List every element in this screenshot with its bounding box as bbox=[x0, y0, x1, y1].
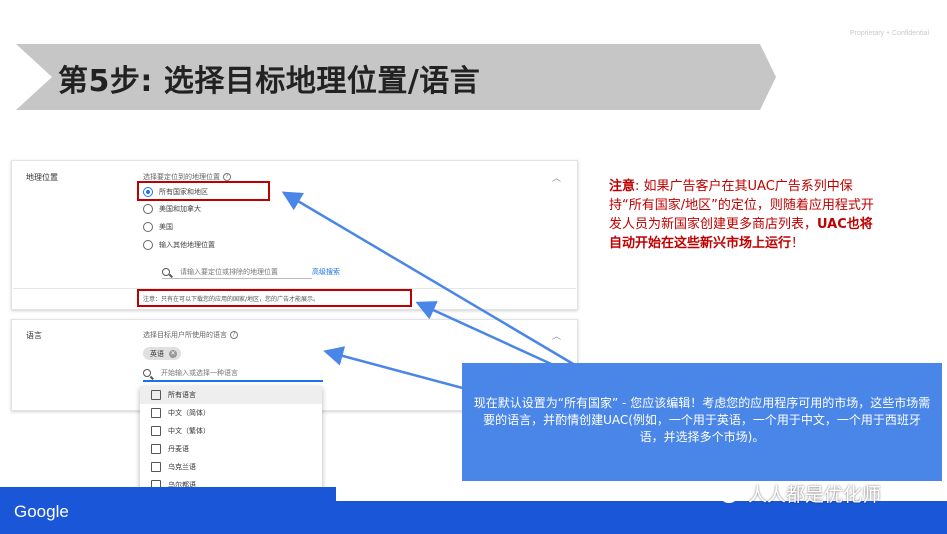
annotation-prefix: 注意 bbox=[609, 179, 636, 194]
annotation-suffix: ！ bbox=[791, 236, 805, 251]
arrow-to-all-countries bbox=[281, 191, 581, 370]
callout-box: 现在默认设置为“所有国家” - 您应该编辑！考虑您的应用程序可用的市场，这些市场… bbox=[462, 363, 942, 481]
watermark-text: 人人都是优化师 bbox=[748, 484, 882, 506]
google-logo: Google bbox=[14, 502, 69, 521]
callout-text: 现在默认设置为“所有国家” - 您应该编辑！考虑您的应用程序可用的市场，这些市场… bbox=[473, 396, 931, 444]
watermark: 人人都是优化师 bbox=[712, 480, 881, 507]
slide: Proprietary + Confidential 第5步: 选择目标地理位置… bbox=[0, 0, 947, 534]
arrow-to-language bbox=[323, 346, 471, 392]
wechat-icon bbox=[712, 483, 738, 505]
annotation-note: 注意: 如果广告客户在其UAC广告系列中保持“所有国家/地区”的定位，则随着应用… bbox=[609, 177, 884, 253]
